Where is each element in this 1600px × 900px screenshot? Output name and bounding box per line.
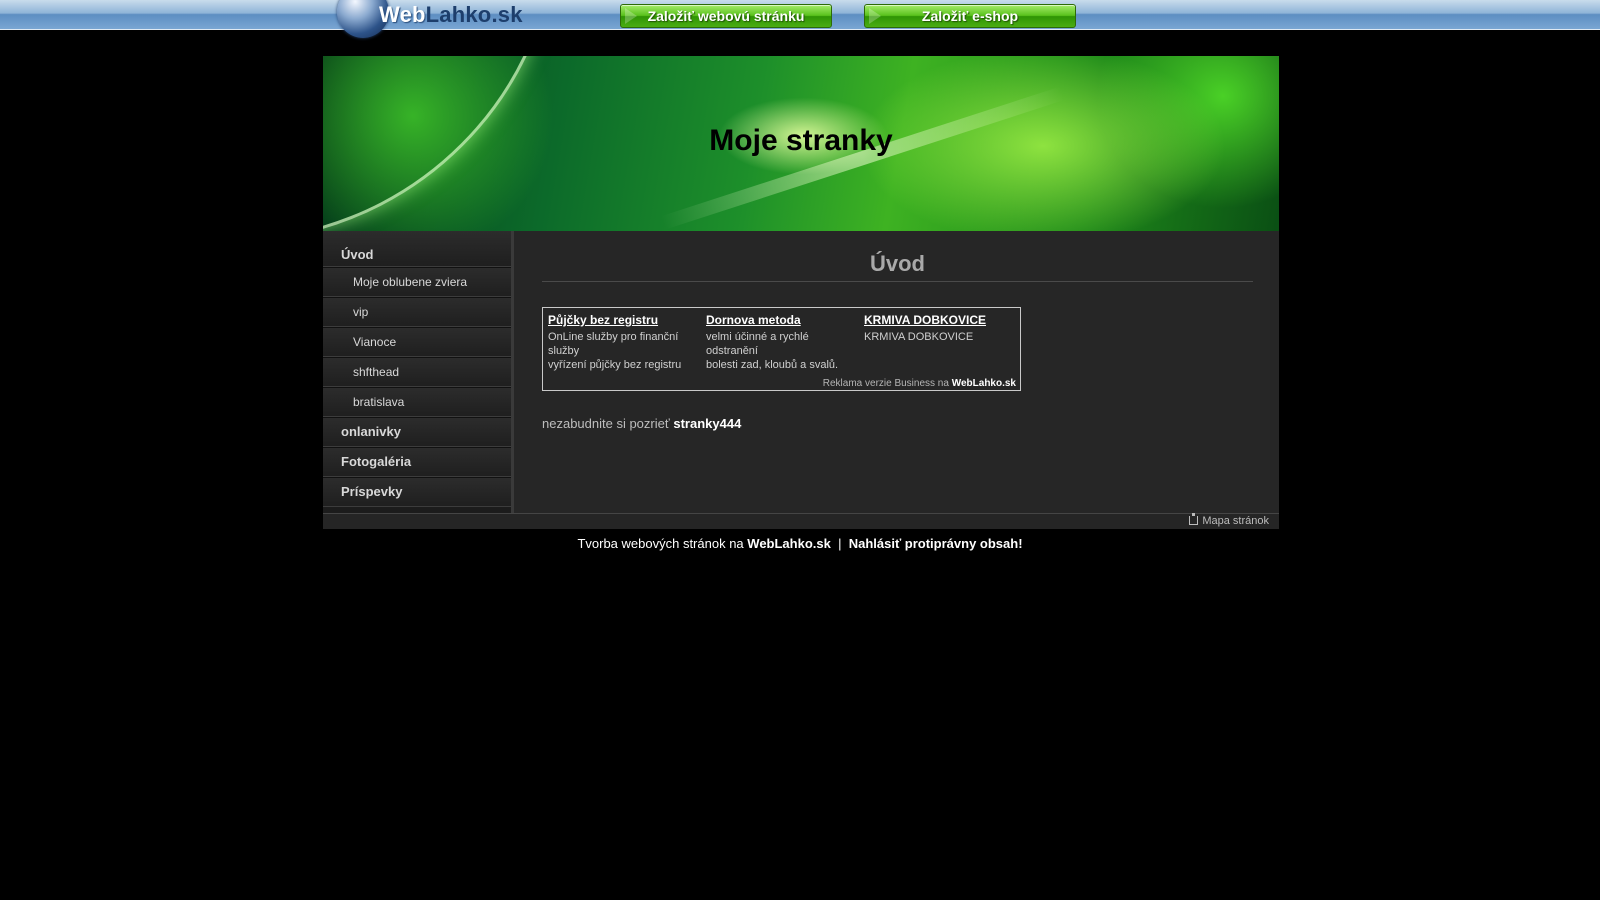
report-content-link[interactable]: Nahlásiť protiprávny obsah! (849, 536, 1023, 551)
weblahko-logo[interactable]: WebLahko.sk (337, 0, 557, 38)
footer-bar: Mapa stránok (323, 513, 1279, 529)
ad-item: KRMIVA DOBKOVICE KRMIVA DOBKOVICE (864, 313, 1014, 344)
bottom-credits: Tvorba webových stránok na WebLahko.sk |… (0, 536, 1600, 551)
ad-footer-text: Reklama verzie Business na (822, 378, 949, 389)
top-bar: WebLahko.sk Založiť webovú stránku Založ… (0, 0, 1600, 38)
ad-item: Půjčky bez registru OnLine služby pro fi… (548, 313, 698, 372)
page-heading: Úvod (542, 251, 1253, 282)
create-website-button[interactable]: Založiť webovú stránku (620, 4, 832, 28)
logo-text: WebLahko.sk (379, 2, 523, 28)
header-banner: Moje stranky (323, 56, 1279, 231)
ad-item: Dornova metoda velmi účinné a rychlé ods… (706, 313, 856, 372)
sidebar-item-uvod[interactable]: Úvod (323, 231, 511, 267)
sitemap-link[interactable]: Mapa stránok (1189, 513, 1269, 529)
ad-text: OnLine služby pro finanční služby (548, 331, 679, 357)
logo-text-domain: Lahko.sk (425, 2, 523, 27)
ad-text: velmi účinné a rychlé odstranění (706, 331, 809, 357)
sidebar-item-prispevky[interactable]: Príspevky (323, 477, 511, 507)
ad-title-link[interactable]: Dornova metoda (706, 313, 856, 327)
sidebar-item-moje-oblubene-zviera[interactable]: Moje oblubene zviera (323, 267, 511, 297)
create-website-label: Založiť webovú stránku (647, 8, 805, 24)
arrow-icon (625, 8, 637, 24)
reminder-link[interactable]: stranky444 (673, 416, 741, 431)
banner-light-streak (661, 86, 1065, 230)
sidebar-item-onlanivky[interactable]: onlanivky (323, 417, 511, 447)
arrow-icon (869, 8, 881, 24)
sidebar-item-fotogaleria[interactable]: Fotogaléria (323, 447, 511, 477)
weblahko-credit-link[interactable]: WebLahko.sk (747, 536, 831, 551)
reminder-prefix: nezabudnite si pozrieť (542, 416, 670, 431)
sidebar-item-vianoce[interactable]: Vianoce (323, 327, 511, 357)
credit-text: Tvorba webových stránok na (577, 536, 744, 551)
create-eshop-button[interactable]: Založiť e-shop (864, 4, 1076, 28)
ad-title-link[interactable]: KRMIVA DOBKOVICE (864, 313, 1014, 327)
sidebar-nav: Úvod Moje oblubene zviera vip Vianoce sh… (323, 231, 514, 513)
ad-footer-link[interactable]: WebLahko.sk (952, 378, 1016, 389)
main-content: Úvod Půjčky bez registru OnLine služby p… (515, 231, 1279, 513)
ad-text: KRMIVA DOBKOVICE (864, 331, 974, 343)
page-container: Moje stranky Úvod Moje oblubene zviera v… (323, 56, 1279, 529)
ad-text: vyřízení půjčky bez registru (548, 359, 682, 371)
create-eshop-label: Založiť e-shop (921, 8, 1019, 24)
sidebar-item-shfthead[interactable]: shfthead (323, 357, 511, 387)
reminder-text: nezabudnite si pozrieť stranky444 (542, 416, 741, 431)
ad-box: Půjčky bez registru OnLine služby pro fi… (542, 307, 1021, 391)
separator: | (838, 536, 842, 551)
site-title: Moje stranky (709, 124, 893, 157)
sitemap-icon (1189, 513, 1199, 525)
logo-text-web: Web (379, 2, 426, 27)
sitemap-label: Mapa stránok (1202, 515, 1269, 527)
ad-title-link[interactable]: Půjčky bez registru (548, 313, 698, 327)
ad-footer: Reklama verzie Business na WebLahko.sk (823, 378, 1016, 389)
ad-text: bolesti zad, kloubů a svalů. (706, 359, 839, 371)
sidebar-item-vip[interactable]: vip (323, 297, 511, 327)
sidebar-item-bratislava[interactable]: bratislava (323, 387, 511, 417)
